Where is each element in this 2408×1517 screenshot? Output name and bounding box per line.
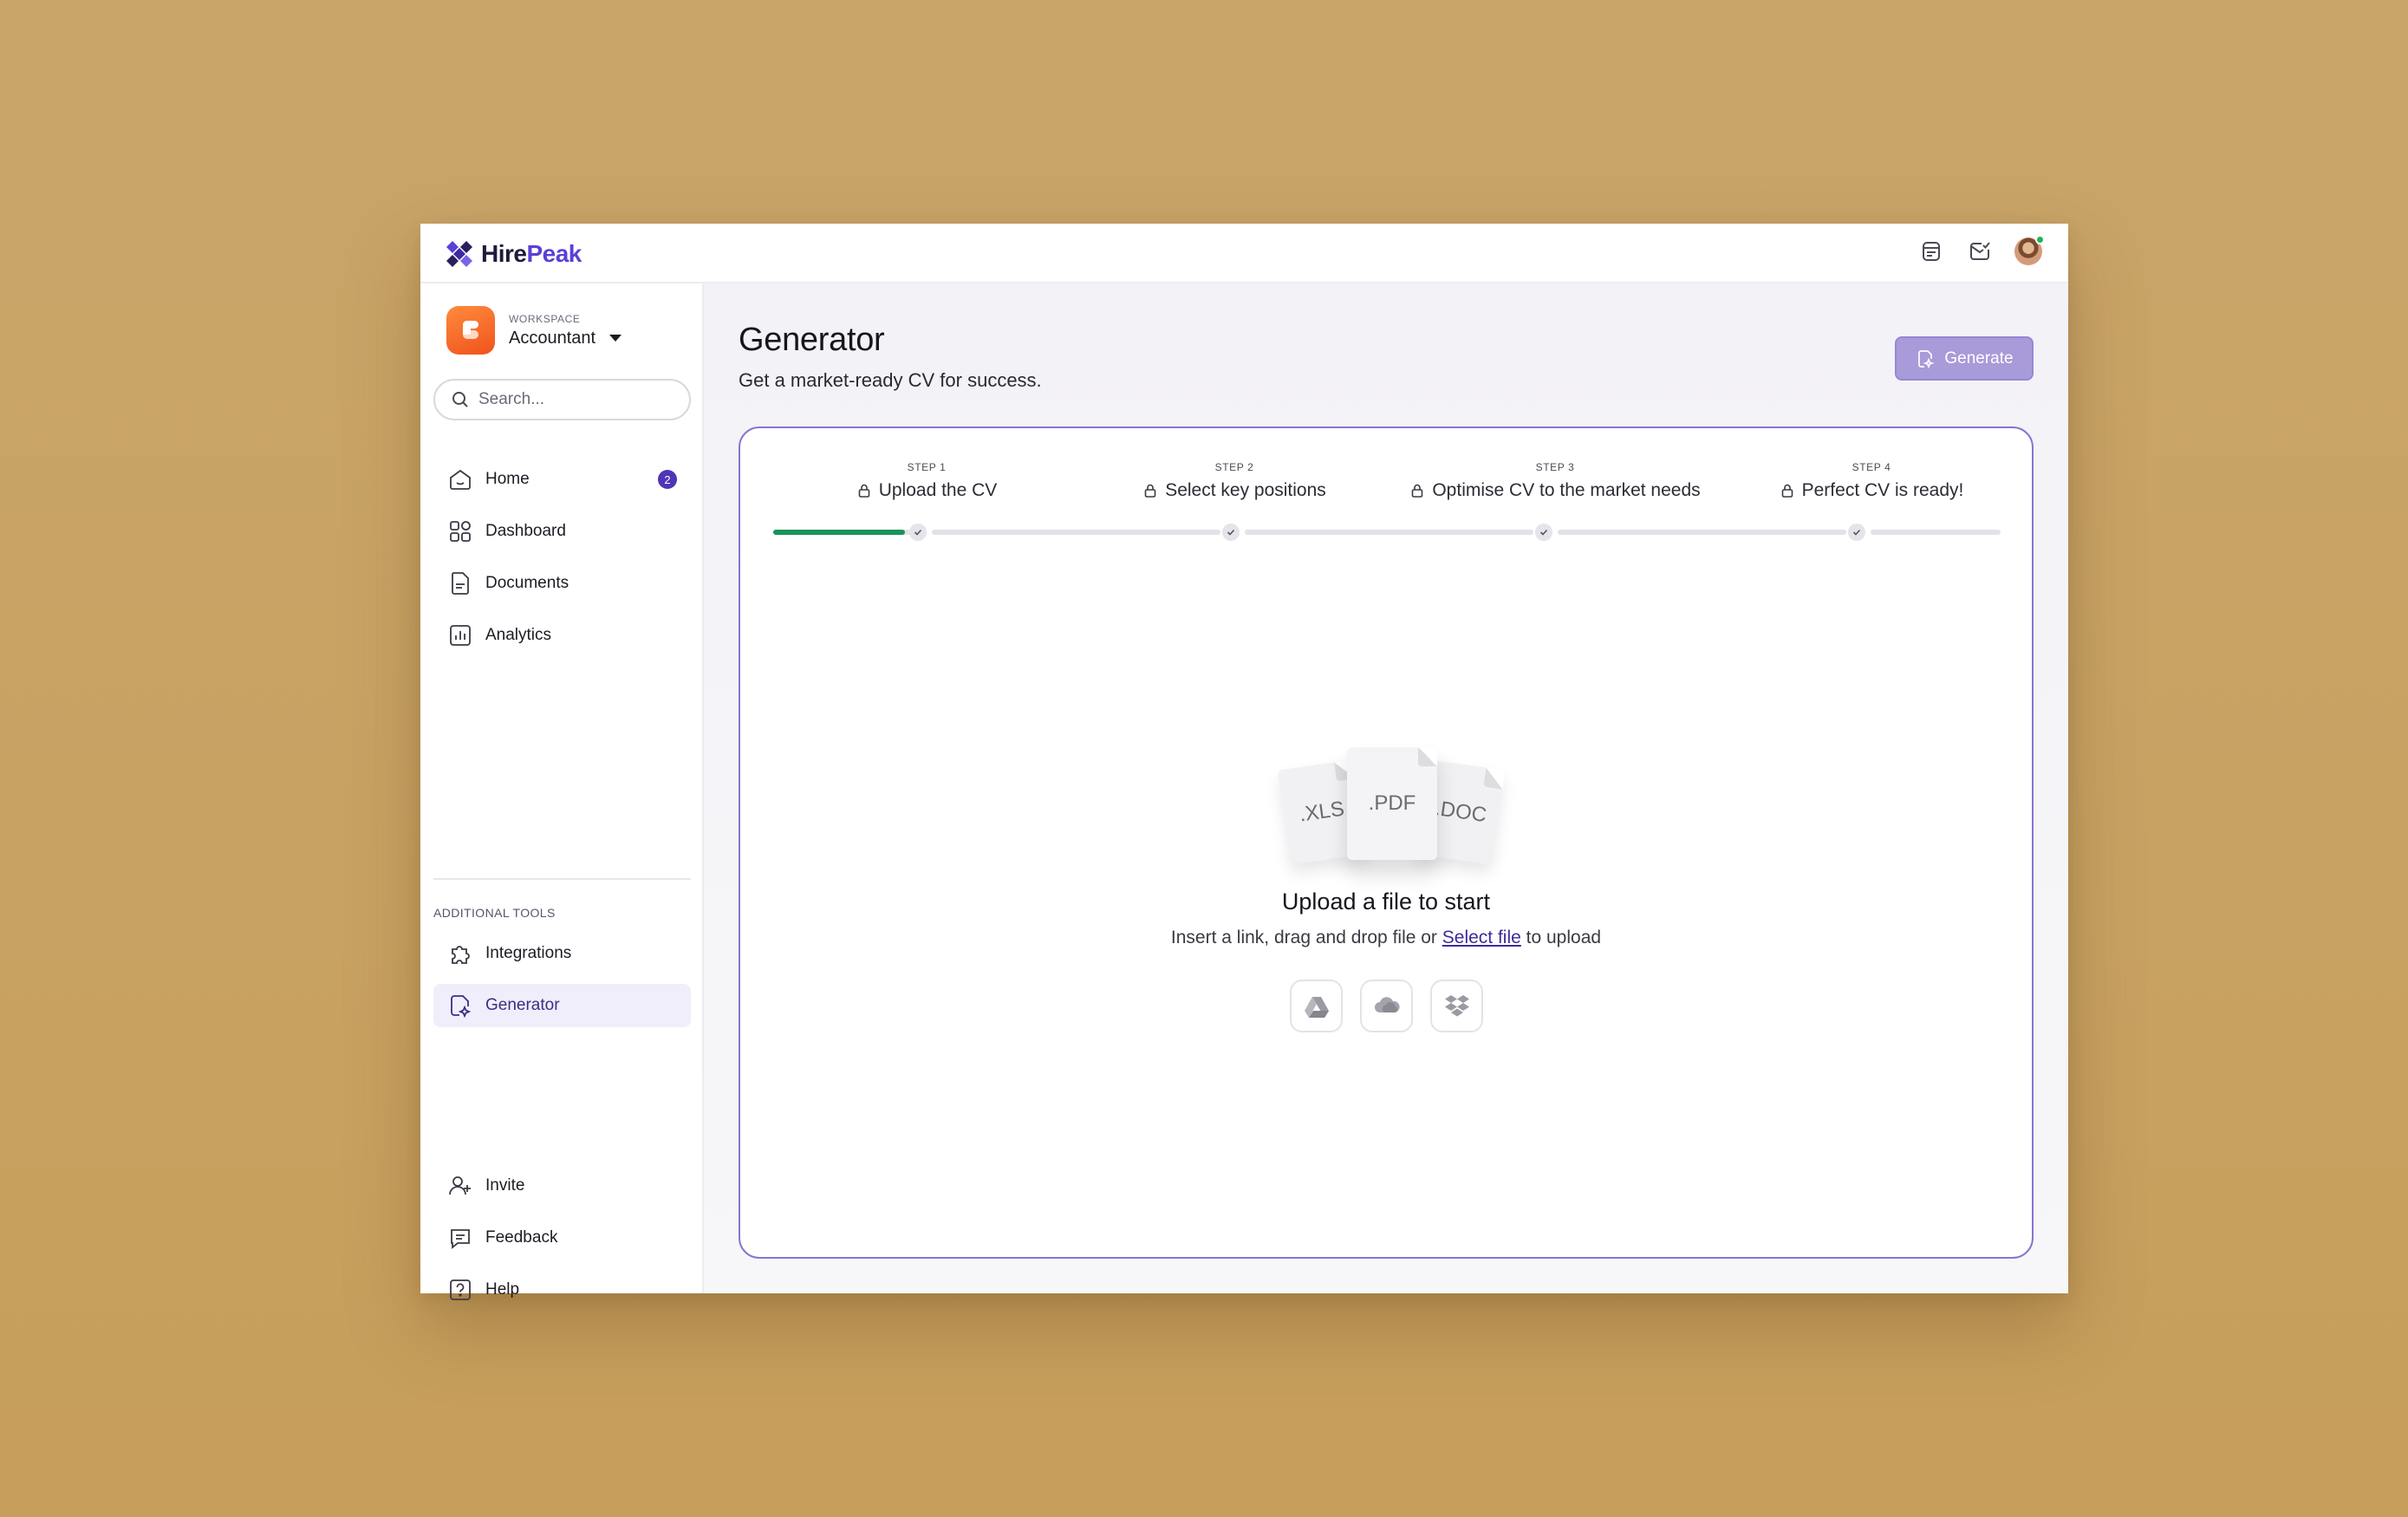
sidebar-item-generator[interactable]: Generator — [433, 984, 691, 1027]
select-file-link[interactable]: Select file — [1442, 928, 1521, 947]
step-title: Select key positions — [1165, 480, 1326, 500]
sidebar-item-label: Home — [485, 470, 530, 488]
onedrive-button[interactable] — [1360, 980, 1413, 1032]
sidebar-item-label: Integrations — [485, 944, 572, 962]
main-content: Generator Get a market-ready CV for succ… — [704, 283, 2068, 1293]
search-input[interactable] — [478, 390, 669, 409]
app-window: HirePeak WORKSPACE Accountant Search... … — [420, 224, 2068, 1293]
sidebar-item-label: Invite — [485, 1176, 525, 1195]
analytics-icon — [450, 625, 471, 646]
step-title: Optimise CV to the market needs — [1432, 480, 1701, 500]
chat-icon — [451, 1229, 470, 1249]
step-4[interactable]: STEP 4 Perfect CV is ready! — [1746, 461, 1997, 501]
user-avatar[interactable] — [2014, 235, 2045, 265]
sidebar-item-integrations[interactable]: Integrations — [433, 932, 691, 975]
page-subtitle: Get a market-ready CV for success. — [739, 369, 1042, 391]
google-drive-icon — [1304, 996, 1329, 1018]
dropbox-button[interactable] — [1430, 980, 1483, 1032]
step-number: STEP 1 — [907, 461, 947, 473]
workspace-switcher[interactable]: WORKSPACE Accountant — [446, 306, 622, 355]
workspace-logo — [446, 306, 495, 355]
workspace-label: WORKSPACE — [509, 312, 581, 325]
hirepeak-logo-icon — [446, 241, 472, 267]
progress-track-3 — [1245, 530, 1533, 535]
generator-icon — [451, 995, 472, 1019]
step-2[interactable]: STEP 2 Select key positions — [1104, 461, 1364, 501]
step-2-check-icon — [1222, 524, 1240, 541]
sidebar-item-label: Dashboard — [485, 522, 566, 540]
sidebar-item-home[interactable]: Home 2 — [433, 458, 691, 501]
workspace-logo-icon — [463, 321, 478, 339]
top-actions — [1917, 235, 2045, 265]
generator-icon — [1918, 349, 1935, 368]
notes-icon[interactable] — [1917, 238, 1945, 265]
step-1-check-icon — [909, 524, 927, 541]
sidebar-divider — [433, 878, 691, 880]
help-icon — [450, 1279, 471, 1300]
workspace-name: Accountant — [509, 328, 596, 348]
step-number: STEP 3 — [1535, 461, 1575, 473]
step-title: Upload the CV — [878, 480, 998, 500]
step-title: Perfect CV is ready! — [1801, 480, 1964, 500]
progress-track-4 — [1558, 530, 1846, 535]
upload-title: Upload a file to start — [1281, 889, 1491, 915]
online-status-dot — [2035, 235, 2045, 244]
lock-icon — [1144, 484, 1156, 498]
sidebar-item-label: Feedback — [485, 1228, 558, 1247]
upload-instructions: Insert a link, drag and drop file or Sel… — [1170, 928, 1602, 947]
step-number: STEP 2 — [1214, 461, 1254, 473]
sidebar-item-label: Generator — [485, 996, 560, 1014]
pdf-file-icon: .PDF — [1347, 747, 1437, 860]
section-label: ADDITIONAL TOOLS — [433, 906, 556, 920]
progress-track-5 — [1871, 530, 2001, 535]
chevron-down-icon[interactable] — [609, 335, 622, 342]
generate-button[interactable]: Generate — [1895, 336, 2034, 381]
dashboard-icon — [450, 521, 471, 542]
lock-icon — [1412, 484, 1423, 498]
sidebar: WORKSPACE Accountant Home 2 — [420, 283, 704, 1293]
lock-icon — [858, 484, 870, 498]
inbox-icon[interactable] — [1966, 238, 1994, 265]
notification-badge: 2 — [658, 470, 677, 489]
sidebar-item-documents[interactable]: Documents — [433, 562, 691, 605]
google-drive-button[interactable] — [1290, 980, 1343, 1032]
step-1[interactable]: STEP 1 Upload the CV — [810, 461, 1044, 501]
sidebar-item-feedback[interactable]: Feedback — [433, 1216, 691, 1260]
page-title: Generator — [739, 322, 885, 358]
sidebar-item-invite[interactable]: Invite — [433, 1164, 691, 1208]
sidebar-item-dashboard[interactable]: Dashboard — [433, 510, 691, 553]
file-types-illustration: .XLS .DOC .PDF — [1277, 747, 1506, 886]
generator-card: STEP 1 Upload the CV STEP 2 Select key p… — [739, 426, 2034, 1259]
puzzle-icon — [452, 946, 470, 964]
add-user-icon — [449, 1176, 471, 1195]
onedrive-icon — [1374, 996, 1400, 1012]
brand-name: HirePeak — [481, 240, 582, 267]
upload-providers — [1290, 980, 1483, 1032]
document-icon — [452, 572, 469, 595]
step-4-check-icon — [1848, 524, 1865, 541]
step-3-check-icon — [1535, 524, 1552, 541]
sidebar-item-analytics[interactable]: Analytics — [433, 614, 691, 657]
sidebar-item-label: Analytics — [485, 626, 552, 644]
brand-logo[interactable]: HirePeak — [445, 239, 582, 269]
step-number: STEP 4 — [1852, 461, 1891, 473]
sidebar-item-label: Help — [485, 1280, 520, 1299]
lock-icon — [1781, 484, 1793, 498]
search-box[interactable] — [433, 379, 691, 420]
sidebar-item-help[interactable]: Help — [433, 1268, 691, 1312]
top-bar: HirePeak — [420, 224, 2068, 283]
generate-button-label: Generate — [1944, 348, 2014, 368]
sidebar-item-label: Documents — [485, 574, 569, 592]
home-icon — [450, 469, 471, 490]
progress-fill-1 — [773, 530, 905, 535]
step-3[interactable]: STEP 3 Optimise CV to the market needs — [1399, 461, 1711, 501]
dropbox-icon — [1444, 994, 1469, 1016]
search-icon — [452, 392, 468, 407]
progress-track-2 — [932, 530, 1220, 535]
